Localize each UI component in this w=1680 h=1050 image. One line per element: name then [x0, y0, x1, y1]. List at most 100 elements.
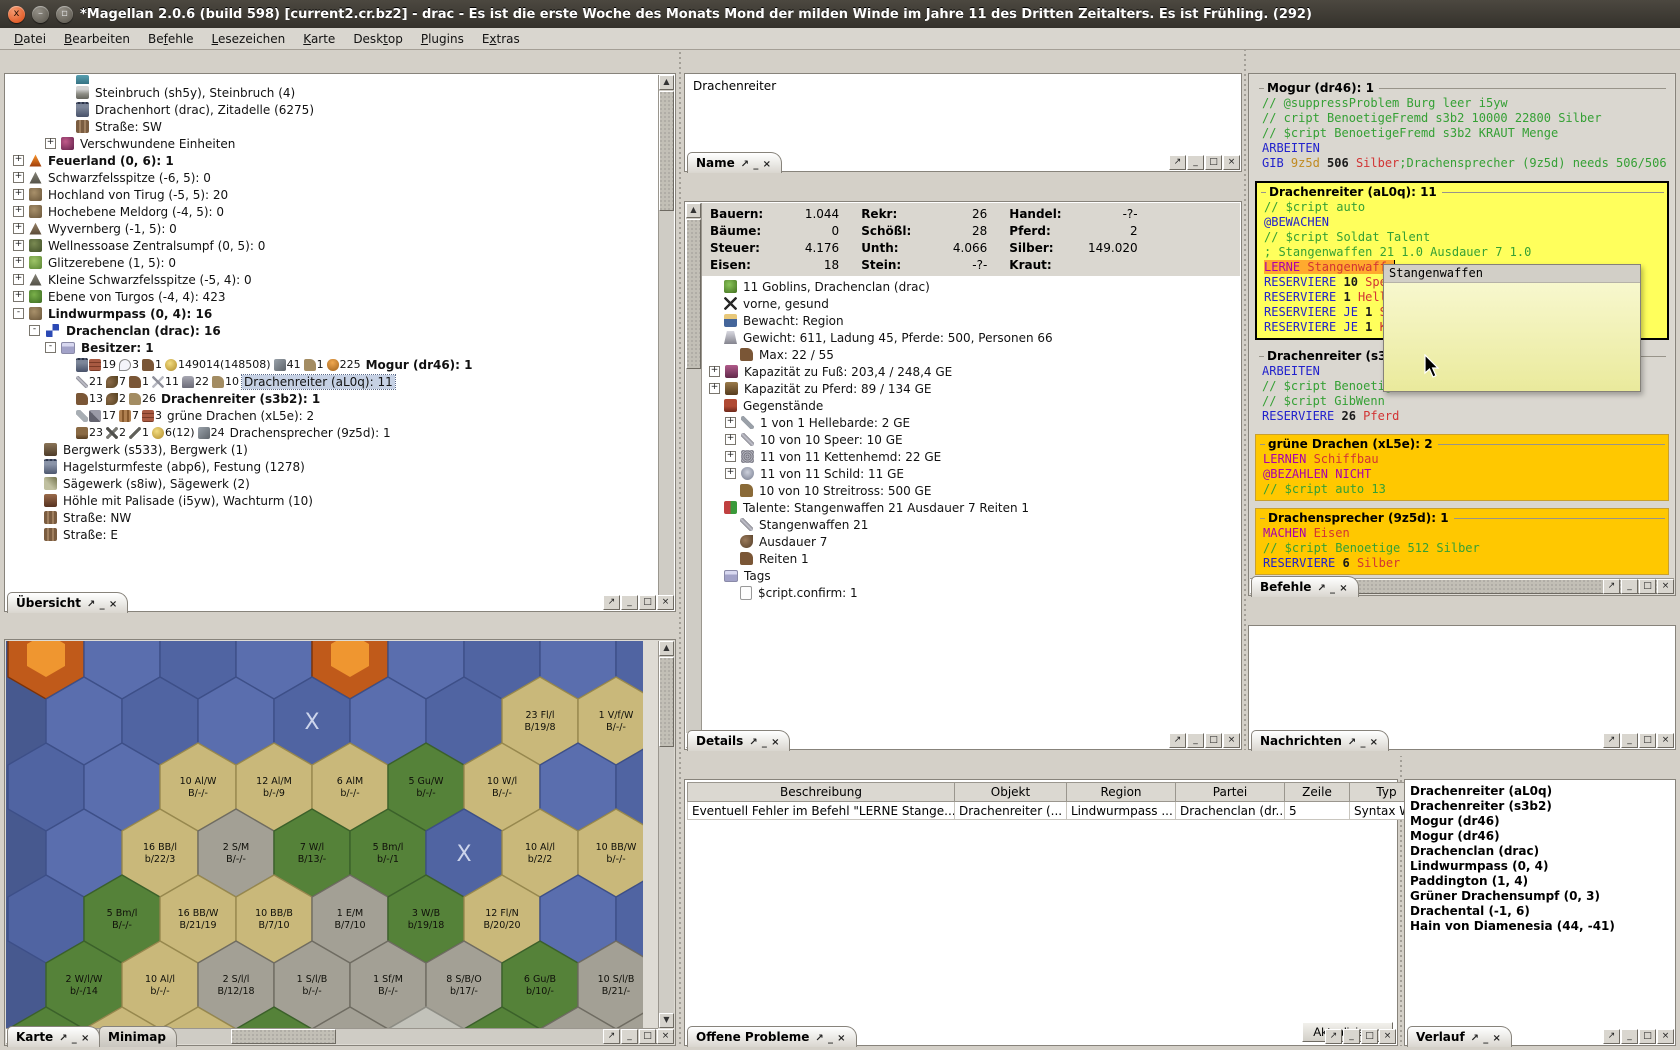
hex-map[interactable]: X23 Fl/lB/19/81 V/f/WB/-/-10 Al/WB/-/-12… [6, 641, 643, 1036]
details-vertical-scrollbar[interactable]: ▲ ▼ [686, 203, 702, 748]
tree-row[interactable]: +Verschwundene Einheiten [8, 135, 658, 152]
minimize-icon[interactable]: _ [621, 595, 638, 610]
expand-icon[interactable]: + [13, 206, 24, 217]
close-icon[interactable]: × [1492, 1033, 1500, 1044]
order-group[interactable]: Drachensprecher (9z5d): 1MACHEN Eisen// … [1255, 508, 1669, 575]
tree-row[interactable]: 23216(12)24Drachensprecher (9z5d): 1 [8, 424, 658, 441]
detach-icon[interactable]: ↗ [1169, 733, 1186, 748]
splitter-left[interactable] [676, 50, 684, 1046]
order-line[interactable]: GIB 9z5d 506 Silber;Drachensprecher (9z5… [1255, 156, 1669, 171]
history-item[interactable]: Drachenclan (drac) [1410, 844, 1674, 859]
detach-icon[interactable]: ↗ [749, 737, 757, 748]
close-icon[interactable]: × [1223, 155, 1240, 170]
window-maximize-button[interactable]: ▫ [56, 6, 73, 23]
tree-row[interactable]: +11 von 11 Schild: 11 GE [704, 465, 1240, 482]
tree-row[interactable]: Drachenhort (drac), Zitadelle (6275) [8, 101, 658, 118]
expand-icon[interactable]: + [45, 138, 56, 149]
minimize-icon[interactable]: _ [1343, 1029, 1360, 1044]
order-line[interactable]: ARBEITEN [1255, 141, 1669, 156]
order-line[interactable]: // $cript auto [1257, 200, 1667, 215]
scroll-up-icon[interactable]: ▲ [659, 641, 674, 656]
order-group[interactable]: Mogur (dr46): 1// @suppressProblem Burg … [1255, 79, 1669, 174]
menu-item-desktop[interactable]: Desktop [345, 30, 411, 48]
order-group[interactable]: grüne Drachen (xL5e): 2LERNEN Schiffbau@… [1255, 434, 1669, 501]
window-minimize-button[interactable]: – [32, 6, 49, 23]
maximize-icon[interactable]: □ [1639, 1029, 1656, 1044]
tab-name[interactable]: Name ↗ _ × [687, 152, 782, 173]
history-item[interactable]: Mogur (dr46) [1410, 829, 1674, 844]
tree-row[interactable]: Hagelsturmfeste (abp6), Festung (1278) [8, 458, 658, 475]
minimize-icon[interactable]: _ [1187, 733, 1204, 748]
expand-icon[interactable]: + [13, 257, 24, 268]
expand-icon[interactable]: + [709, 383, 720, 394]
problems-table[interactable]: BeschreibungObjektRegionParteiZeileTypEv… [687, 782, 1424, 820]
minimize-icon[interactable]: _ [1621, 1029, 1638, 1044]
close-icon[interactable]: × [1370, 737, 1378, 748]
tree-row[interactable]: +Feuerland (0, 6): 1 [8, 152, 658, 169]
tree-row[interactable]: +Kleine Schwarzfelsspitze (-5, 4): 0 [8, 271, 658, 288]
detach-icon[interactable]: ↗ [1348, 737, 1356, 748]
tree-row[interactable]: +Wellnessoase Zentralsumpf (0, 5): 0 [8, 237, 658, 254]
close-icon[interactable]: × [1657, 1029, 1674, 1044]
detach-icon[interactable]: ↗ [1603, 1029, 1620, 1044]
maximize-icon[interactable]: □ [1639, 733, 1656, 748]
tab-history[interactable]: Verlauf ↗ _ × [1407, 1026, 1512, 1047]
order-line[interactable]: // @suppressProblem Burg leer i5yw [1255, 96, 1669, 111]
scroll-thumb[interactable] [231, 1029, 336, 1044]
tree-row[interactable]: -Lindwurmpass (0, 4): 16 [8, 305, 658, 322]
expand-icon[interactable]: + [13, 240, 24, 251]
tree-row[interactable]: vorne, gesund [704, 295, 1240, 312]
history-item[interactable]: Drachenreiter (aL0q) [1410, 784, 1674, 799]
tree-row[interactable]: Talente: Stangenwaffen 21 Ausdauer 7 Rei… [704, 499, 1240, 516]
map-vertical-scrollbar[interactable]: ▲ ▼ [658, 641, 674, 1028]
tree-row[interactable]: Steinbruch (sh5y), Steinbruch (4) [8, 84, 658, 101]
maximize-icon[interactable]: □ [1205, 733, 1222, 748]
tree-row[interactable]: 2171112210Drachenreiter (aL0q): 11 [8, 373, 658, 390]
window-close-button[interactable]: x [8, 6, 25, 23]
tree-row[interactable]: -Drachenclan (drac): 16 [8, 322, 658, 339]
close-icon[interactable]: × [763, 159, 771, 170]
expand-icon[interactable]: + [725, 451, 736, 462]
order-line[interactable]: // $cript Soldat Talent [1257, 230, 1667, 245]
tree-row[interactable]: +10 von 10 Speer: 10 GE [704, 431, 1240, 448]
tree-row[interactable]: 13226Drachenreiter (s3b2): 1 [8, 390, 658, 407]
minimize-icon[interactable]: _ [1483, 1033, 1488, 1044]
close-icon[interactable]: × [1657, 579, 1674, 594]
menu-item-bearbeiten[interactable]: Bearbeiten [56, 30, 138, 48]
expand-icon[interactable]: + [13, 155, 24, 166]
close-icon[interactable]: × [1339, 583, 1347, 594]
maximize-icon[interactable]: □ [1639, 579, 1656, 594]
minimize-icon[interactable]: _ [1621, 733, 1638, 748]
close-icon[interactable]: × [1223, 733, 1240, 748]
scroll-thumb[interactable] [659, 91, 674, 211]
close-icon[interactable]: × [771, 737, 779, 748]
tree-row[interactable]: +Hochebene Meldorg (-4, 5): 0 [8, 203, 658, 220]
maximize-icon[interactable]: □ [639, 1029, 656, 1044]
history-item[interactable]: Mogur (dr46) [1410, 814, 1674, 829]
scroll-up-icon[interactable]: ▲ [686, 203, 701, 218]
minimize-icon[interactable]: _ [1330, 583, 1335, 594]
tree-row[interactable]: Bewacht: Region [704, 312, 1240, 329]
history-item[interactable]: Lindwurmpass (0, 4) [1410, 859, 1674, 874]
close-icon[interactable]: × [1379, 1029, 1396, 1044]
detach-icon[interactable]: ↗ [1317, 583, 1325, 594]
tab-overview[interactable]: Übersicht ↗ _ × [7, 592, 128, 613]
collapse-icon[interactable]: - [13, 308, 24, 319]
detach-icon[interactable]: ↗ [59, 1033, 67, 1044]
tab-orders[interactable]: Befehle ↗ _ × [1251, 576, 1359, 597]
tab-problems[interactable]: Offene Probleme ↗ _ × [687, 1026, 857, 1047]
menu-item-befehle[interactable]: Befehle [140, 30, 202, 48]
table-row[interactable]: Eventuell Fehler im Befehl "LERNE Stange… [688, 802, 1424, 820]
overview-vertical-scrollbar[interactable]: ▲ ▼ [658, 75, 674, 610]
minimize-icon[interactable]: _ [1360, 737, 1365, 748]
collapse-icon[interactable]: - [45, 342, 56, 353]
expand-icon[interactable]: + [725, 434, 736, 445]
scroll-thumb[interactable] [686, 219, 701, 369]
order-line[interactable]: // $cript GibWenn [1255, 394, 1669, 409]
column-header[interactable]: Partei [1176, 783, 1285, 802]
collapse-icon[interactable]: - [29, 325, 40, 336]
tree-row[interactable]: +1 von 1 Hellebarde: 2 GE [704, 414, 1240, 431]
tree-row[interactable]: +11 von 11 Kettenhemd: 22 GE [704, 448, 1240, 465]
minimize-icon[interactable]: _ [621, 1029, 638, 1044]
tab-map[interactable]: Karte ↗ _ × [7, 1026, 100, 1047]
